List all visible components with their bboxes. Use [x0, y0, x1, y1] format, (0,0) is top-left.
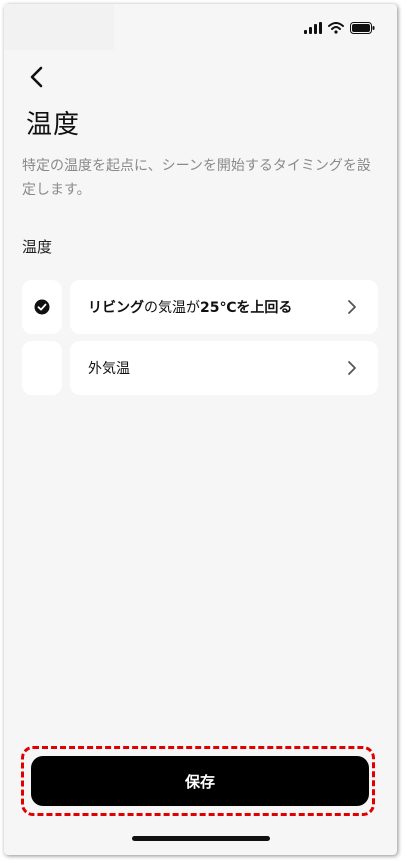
chevron-right-icon — [348, 300, 356, 314]
option-label-living: リビングの気温が25℃を上回る — [88, 297, 342, 317]
signal-icon — [304, 22, 322, 34]
option-label-suffix: 25℃を上回る — [200, 300, 293, 316]
battery-icon — [350, 22, 375, 34]
option-row-outdoor: 外気温 — [22, 341, 378, 395]
chevron-right-icon — [348, 361, 356, 375]
option-label-prefix: リビング — [88, 300, 144, 316]
home-indicator[interactable] — [132, 836, 270, 841]
page-description: 特定の温度を起点に、シーンを開始するタイミングを設定します。 — [22, 158, 371, 198]
status-bar — [304, 22, 375, 34]
page-title: 温度 — [26, 110, 81, 140]
wifi-icon — [328, 22, 344, 34]
phone-screen: 温度 特定の温度を起点に、シーンを開始するタイミングを設定します。 温度 リビン… — [4, 4, 397, 855]
option-checkbox-living[interactable] — [22, 280, 62, 334]
option-label-middle: の気温が — [144, 300, 200, 316]
status-bar-left-area — [4, 4, 114, 50]
option-label-outdoor: 外気温 — [88, 361, 130, 377]
back-button[interactable] — [20, 60, 54, 94]
section-label: 温度 — [22, 238, 53, 256]
option-row-living: リビングの気温が25℃を上回る — [22, 280, 378, 334]
check-circle-icon — [34, 299, 50, 315]
option-checkbox-outdoor[interactable] — [22, 341, 62, 395]
save-button[interactable]: 保存 — [31, 756, 369, 806]
option-card-outdoor[interactable]: 外気温 — [70, 341, 378, 395]
option-card-living[interactable]: リビングの気温が25℃を上回る — [70, 280, 378, 334]
chevron-left-icon — [30, 66, 43, 88]
